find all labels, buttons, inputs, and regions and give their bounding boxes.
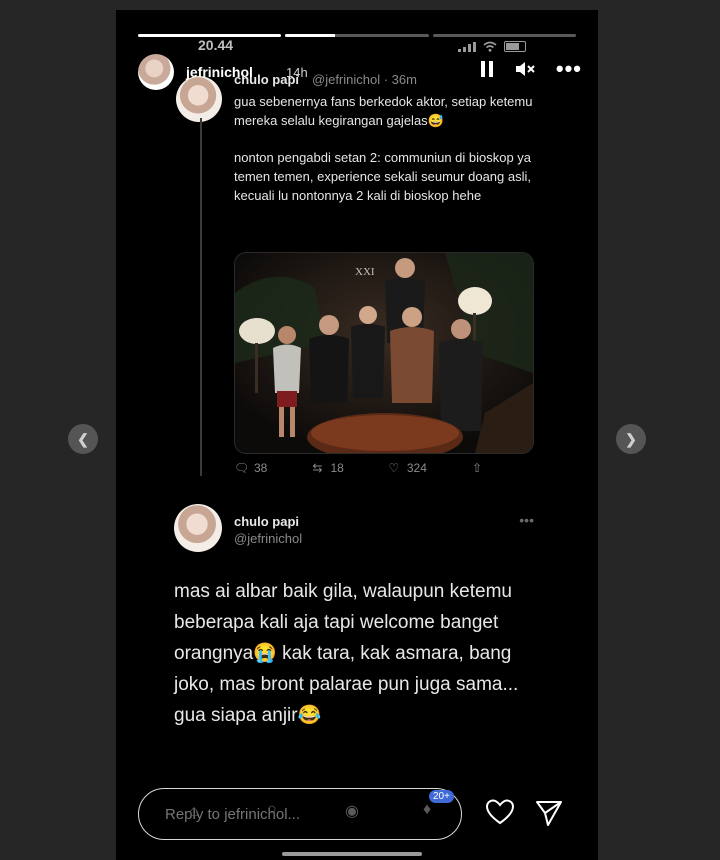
signal-icon — [458, 41, 476, 52]
tweet-paragraph: gua sebenernya fans berkedok aktor, seti… — [234, 94, 533, 128]
notification-badge: 20+ — [429, 790, 454, 803]
chevron-right-icon: ❯ — [625, 430, 637, 447]
tweet-more-icon[interactable]: ••• — [519, 512, 534, 528]
tweet-avatar[interactable] — [174, 504, 222, 552]
wifi-icon — [483, 41, 497, 52]
retweet-count: 18 — [330, 461, 344, 475]
previous-story-button[interactable]: ❮ — [68, 424, 98, 454]
comment-icon: 🗨 — [234, 461, 250, 475]
next-story-button[interactable]: ❯ — [616, 424, 646, 454]
photo-sign-text: XXI — [355, 266, 375, 278]
story-avatar[interactable] — [138, 54, 174, 90]
tweet-photo[interactable]: XXI — [234, 252, 534, 454]
battery-icon — [504, 41, 526, 52]
thread-line — [200, 118, 202, 476]
progress-segment-2 — [285, 34, 336, 37]
home-indicator — [282, 852, 422, 856]
tweet-text: gua sebenernya fans berkedok aktor, seti… — [234, 92, 534, 223]
chevron-left-icon: ❮ — [77, 430, 89, 447]
like-count: 324 — [406, 461, 427, 475]
heart-outline-icon: ♡ — [388, 461, 400, 475]
tweet-author-handle: @jefrinichol — [234, 531, 303, 546]
spaces-ghost-icon: ◉ — [345, 803, 359, 820]
tweet-stats: 🗨 38 ⇆ 18 ♡ 324 ⇧ — [234, 461, 484, 475]
reply-field-container[interactable]: ⌂ ○ ◉ ♦ — [138, 788, 462, 840]
retweet-icon: ⇆ — [312, 461, 323, 475]
bell-ghost-icon: ♦ — [423, 801, 432, 818]
tweet-paragraph: nonton pengabdi setan 2: communiun di bi… — [234, 150, 532, 203]
pause-icon[interactable] — [480, 61, 494, 77]
mute-icon[interactable] — [514, 60, 536, 78]
retweet-stat[interactable]: ⇆ 18 — [310, 461, 343, 475]
reply-stat[interactable]: 🗨 38 — [234, 461, 267, 475]
home-ghost-icon: ⌂ — [189, 803, 199, 820]
story-viewer: 20.44 jefrinichol 14h ••• chulo papi @je… — [116, 10, 598, 860]
status-time: 20.44 — [198, 37, 234, 53]
tweet-text: mas ai albar baik gila, walaupun ketemu … — [174, 581, 519, 726]
group-photo-image: XXI — [235, 253, 533, 453]
tweet-author-name[interactable]: chulo papi — [234, 514, 299, 529]
status-icons — [458, 41, 526, 52]
send-icon[interactable] — [534, 798, 564, 828]
tweet-author-name[interactable]: chulo papi — [234, 72, 299, 87]
heart-icon[interactable] — [484, 796, 516, 828]
tweet-author-handle: @jefrinichol · 36m — [312, 72, 417, 87]
reply-count: 38 — [254, 461, 268, 475]
like-stat[interactable]: ♡ 324 — [387, 461, 427, 475]
search-ghost-icon: ○ — [267, 801, 277, 818]
tweet-avatar[interactable] — [176, 76, 222, 122]
share-icon: ⇧ — [471, 461, 483, 475]
more-icon[interactable]: ••• — [556, 58, 582, 80]
share-stat[interactable]: ⇧ — [470, 461, 484, 475]
